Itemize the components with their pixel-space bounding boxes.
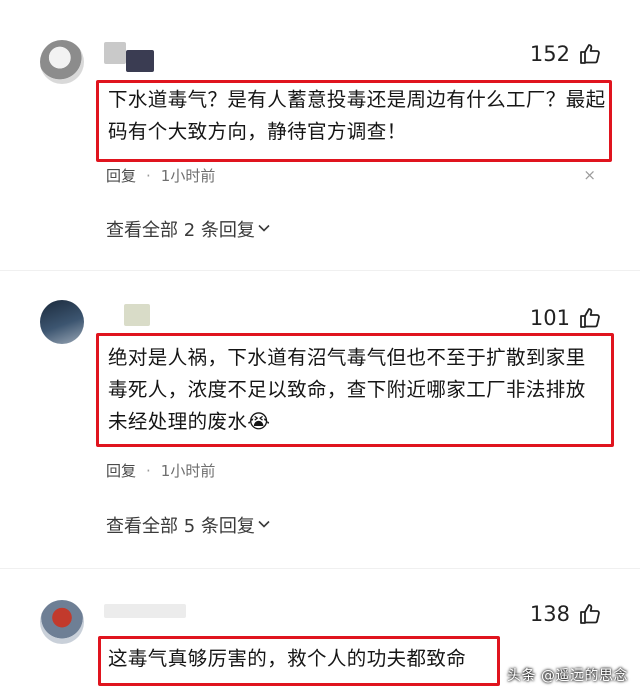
like-count: 101 (529, 306, 570, 330)
divider (0, 270, 640, 271)
thumbs-up-icon (578, 306, 602, 330)
avatar[interactable] (40, 40, 84, 84)
username-redacted (126, 50, 154, 72)
username-redacted (104, 42, 126, 64)
username-redacted (124, 304, 150, 326)
view-all-label: 查看全部 5 条回复 (106, 516, 255, 537)
comment-meta: 回复 · 1小时前 (106, 165, 215, 186)
comment-text: 这毒气真够厉害的，救个人的功夫都致命 (108, 647, 467, 670)
watermark: 头条 @遥远的思念 (507, 668, 628, 684)
like-button[interactable]: 152 (530, 42, 602, 66)
thumbs-up-icon (578, 602, 602, 626)
comment-text: 下水道毒气？是有人蓄意投毒还是周边有什么工厂？最起码有个大致方向，静待官方调查！ (108, 88, 606, 143)
meta-separator: · (146, 166, 151, 185)
chevron-down-icon (257, 221, 271, 239)
chevron-down-icon (257, 517, 271, 535)
like-count: 138 (529, 602, 570, 626)
like-count: 152 (529, 42, 570, 66)
view-all-replies-button[interactable]: 查看全部 2 条回复 (106, 216, 271, 242)
comment-text: 绝对是人祸，下水道有沼气毒气但也不至于扩散到家里毒死人，浓度不足以致命，查下附近… (108, 346, 586, 433)
close-icon[interactable]: × (583, 166, 596, 184)
thumbs-up-icon (578, 42, 602, 66)
timestamp: 1小时前 (160, 462, 216, 480)
divider (0, 568, 640, 569)
comment-meta: 回复 · 1小时前 (106, 460, 215, 481)
like-button[interactable]: 101 (530, 306, 602, 330)
timestamp: 1小时前 (160, 167, 216, 185)
reply-button[interactable]: 回复 (106, 165, 136, 186)
avatar[interactable] (40, 300, 84, 344)
avatar[interactable] (40, 600, 84, 644)
like-button[interactable]: 138 (530, 602, 602, 626)
view-all-replies-button[interactable]: 查看全部 5 条回复 (106, 512, 271, 538)
username-redacted (104, 604, 186, 618)
reply-button[interactable]: 回复 (106, 460, 136, 481)
meta-separator: · (146, 461, 151, 480)
view-all-label: 查看全部 2 条回复 (106, 220, 255, 241)
